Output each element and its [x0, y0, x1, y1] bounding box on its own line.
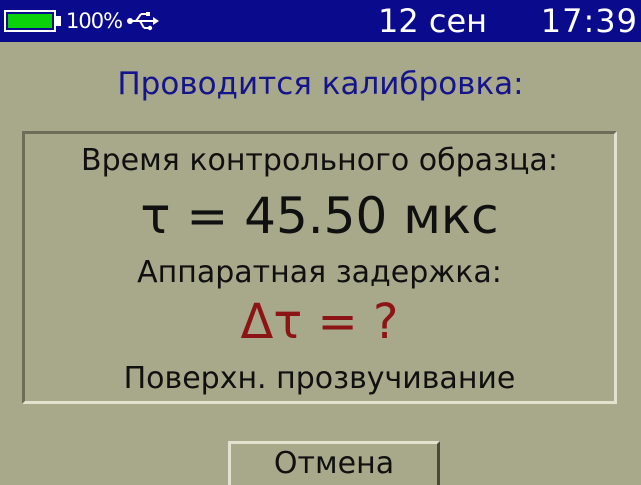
tau-value: τ = 45.50 мкс — [140, 187, 499, 245]
mode-label: Поверхн. прозвучивание — [123, 361, 516, 396]
hardware-delay-label: Аппаратная задержка: — [137, 255, 502, 290]
battery-percent: 100% — [66, 9, 123, 33]
status-time: 17:39 — [540, 2, 638, 40]
calibration-title: Проводится калибровка: — [117, 66, 524, 102]
usb-icon — [127, 12, 159, 31]
reference-time-label: Время контрольного образца: — [81, 143, 558, 178]
status-date: 12 сен — [378, 2, 488, 40]
battery-icon — [4, 10, 62, 32]
delta-tau-value: Δτ = ? — [240, 294, 399, 350]
battery-cap — [56, 16, 61, 26]
battery-fill — [8, 14, 52, 28]
calibration-panel: Время контрольного образца: τ = 45.50 мк… — [22, 131, 617, 404]
battery-body — [4, 10, 56, 32]
cancel-button[interactable]: Отмена — [228, 441, 440, 485]
status-bar: 100% 12 сен 17:39 — [0, 0, 641, 42]
